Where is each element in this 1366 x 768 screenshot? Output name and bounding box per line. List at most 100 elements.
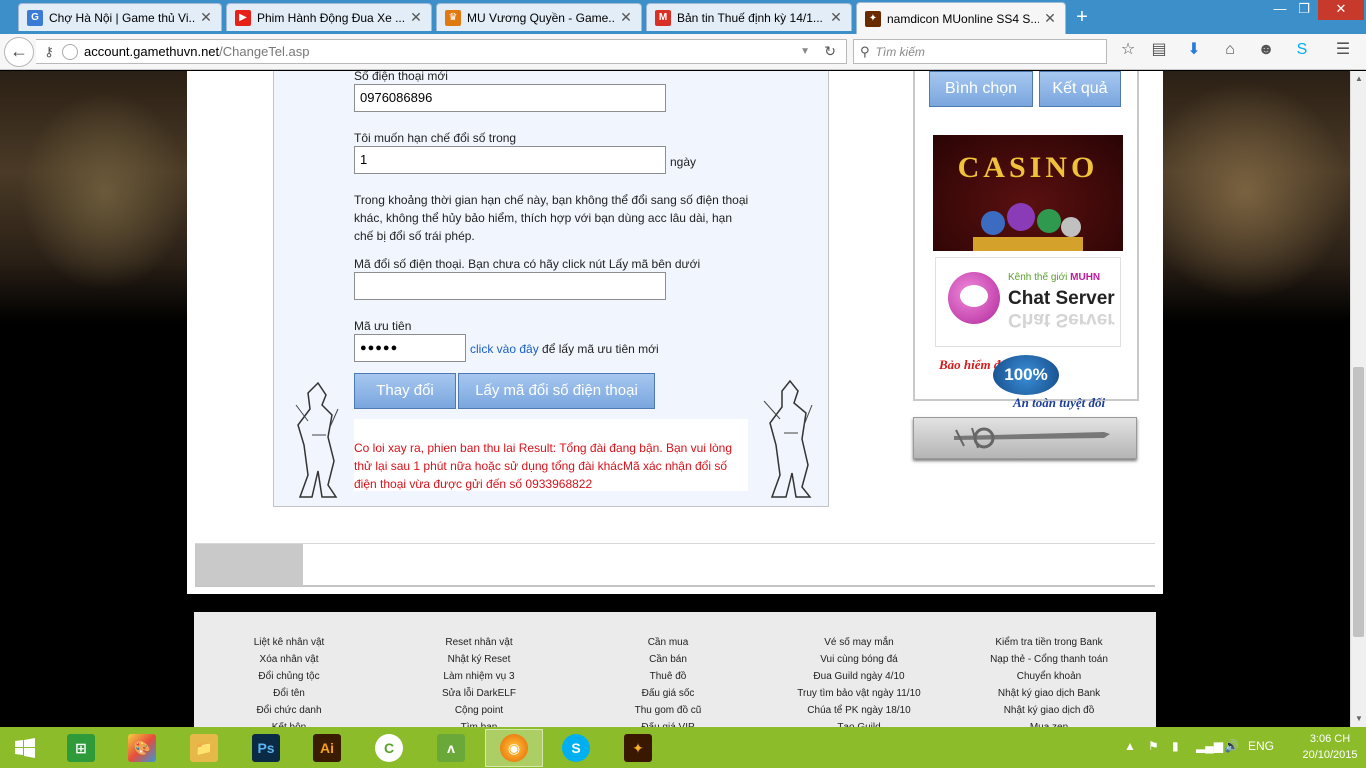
file-explorer-app[interactable]: 📁 — [175, 729, 233, 767]
home-icon[interactable]: ⌂ — [1220, 40, 1240, 60]
footer-link[interactable]: Đổi tên — [199, 685, 379, 702]
footer-link[interactable]: Vui cùng bóng đá — [769, 651, 949, 668]
close-icon[interactable]: ✕ — [1043, 10, 1057, 27]
insurance-subtitle: An toàn tuyệt đối — [1013, 395, 1106, 410]
footer-link[interactable]: Nhật ký Reset — [389, 651, 569, 668]
close-icon[interactable]: ✕ — [199, 9, 213, 26]
scroll-up-arrow-icon[interactable]: ▲ — [1351, 71, 1366, 87]
change-button[interactable]: Thay đổi — [354, 373, 456, 409]
footer-link[interactable]: Nhật ký giao dịch đồ — [959, 702, 1139, 719]
footer-link[interactable]: Cần bán — [578, 651, 758, 668]
chat-icon[interactable]: ☻ — [1256, 40, 1276, 60]
restore-button[interactable]: ❐ — [1292, 0, 1316, 20]
close-icon[interactable]: ✕ — [409, 9, 423, 26]
close-icon[interactable]: ✕ — [829, 9, 843, 26]
footer-link[interactable]: Đổi chức danh — [199, 702, 379, 719]
search-input[interactable]: ⚲ Tìm kiếm — [853, 39, 1107, 64]
chat-server-banner[interactable]: Kênh thế giới MUHN Chat Server Chat Serv… — [935, 257, 1121, 347]
footer-link[interactable]: Reset nhân vật — [389, 634, 569, 651]
store-app[interactable]: ⊞ — [52, 729, 110, 767]
limit-days-input[interactable]: 1 — [354, 146, 666, 174]
minimize-button[interactable]: — — [1266, 0, 1294, 20]
address-bar[interactable]: ⚷ account.gamethuvn.net /ChangeTel.asp ▼… — [36, 39, 847, 64]
scroll-down-arrow-icon[interactable]: ▼ — [1351, 711, 1366, 727]
footer-link[interactable]: Thu gom đồ cũ — [578, 702, 758, 719]
casino-characters-image — [973, 203, 1083, 251]
reload-icon[interactable]: ↻ — [824, 43, 836, 60]
key-icon[interactable]: ⚷ — [36, 44, 62, 60]
corel-app[interactable]: C — [360, 729, 418, 767]
volume-icon[interactable]: 🔊 — [1224, 739, 1239, 753]
tab-mu-vuong-quyen[interactable]: ♛ MU Vương Quyền - Game... ✕ — [436, 3, 642, 31]
footer-link[interactable]: Xóa nhân vật — [199, 651, 379, 668]
close-icon[interactable]: ✕ — [619, 9, 633, 26]
footer-link[interactable]: Kiểm tra tiền trong Bank — [959, 634, 1139, 651]
mu-game-app[interactable]: ✦ — [609, 729, 667, 767]
footer-link[interactable]: Truy tìm bảo vật ngày 11/10 — [769, 685, 949, 702]
dropdown-arrow-icon[interactable]: ▼ — [800, 46, 810, 57]
footer-link[interactable]: Đua Guild ngày 4/10 — [769, 668, 949, 685]
green-app[interactable]: ʌ — [422, 729, 480, 767]
new-phone-input[interactable]: 0976086896 — [354, 84, 666, 112]
sidebar-panel: Bình chọn Kết quả CASINO Kênh thế giới M… — [913, 71, 1139, 410]
limit-label: Tôi muốn hạn chế đổi số trong — [354, 131, 517, 145]
paint-app[interactable]: 🎨 — [113, 729, 171, 767]
footer-link[interactable]: Đấu giá sốc — [578, 685, 758, 702]
sword-icon — [954, 427, 1110, 449]
bookmark-star-icon[interactable]: ☆ — [1118, 40, 1138, 60]
footer-link[interactable]: Chúa tể PK ngày 18/10 — [769, 702, 949, 719]
insurance-banner[interactable]: Bảo hiểm đổ 100% An toàn tuyệt đối — [933, 353, 1123, 415]
close-window-button[interactable]: ✕ — [1318, 0, 1364, 20]
casino-banner[interactable]: CASINO — [933, 135, 1123, 251]
footer-link[interactable]: Cần mua — [578, 634, 758, 651]
casino-title: CASINO — [957, 151, 1099, 184]
footer-link[interactable]: Đấu giá VIP — [578, 719, 758, 727]
scrollbar-thumb[interactable] — [1353, 367, 1364, 637]
footer-link[interactable]: Tìm bạn — [389, 719, 569, 727]
footer-link[interactable]: Làm nhiệm vụ 3 — [389, 668, 569, 685]
tray-arrow-icon[interactable]: ▲ — [1124, 739, 1136, 753]
footer-link[interactable]: Tạo Guild — [769, 719, 949, 727]
firefox-app[interactable]: ◉ — [485, 729, 543, 767]
search-icon: ⚲ — [860, 43, 870, 59]
language-indicator[interactable]: ENG — [1248, 739, 1274, 753]
footer-link[interactable]: Chuyển khoản — [959, 668, 1139, 685]
footer-link[interactable]: Vé số may mắn — [769, 634, 949, 651]
back-button[interactable]: ← — [4, 37, 34, 67]
tab-namdicon-muonline[interactable]: ✦ namdicon MUonline SS4 S... ✕ — [856, 2, 1066, 34]
get-code-button[interactable]: Lấy mã đổi số điện thoại — [458, 373, 655, 409]
g-site-icon: G — [27, 9, 43, 26]
footer-link[interactable]: Sửa lỗi DarkELF — [389, 685, 569, 702]
footer-link[interactable]: Liệt kê nhân vật — [199, 634, 379, 651]
priority-code-link[interactable]: click vào đây — [470, 342, 539, 356]
footer-link[interactable]: Nhật ký giao dịch Bank — [959, 685, 1139, 702]
skype-app[interactable]: S — [547, 729, 605, 767]
photoshop-app[interactable]: Ps — [237, 729, 295, 767]
illustrator-app[interactable]: Ai — [298, 729, 356, 767]
priority-code-input[interactable]: ●●●●● — [354, 334, 466, 362]
vote-button[interactable]: Bình chọn — [929, 71, 1033, 107]
footer-link[interactable]: Cộng point — [389, 702, 569, 719]
start-button[interactable] — [0, 729, 50, 767]
tab-cho-ha-noi[interactable]: G Chợ Hà Nội | Game thủ Vi... ✕ — [18, 3, 222, 31]
footer-link[interactable]: Mua zen — [959, 719, 1139, 727]
menu-icon[interactable]: ☰ — [1333, 40, 1353, 60]
footer-link[interactable]: Nạp thẻ - Cổng thanh toán — [959, 651, 1139, 668]
change-code-input[interactable] — [354, 272, 666, 300]
skype-taskbar-icon: S — [562, 734, 590, 762]
flag-icon[interactable]: ⚑ — [1148, 739, 1159, 753]
vertical-scrollbar[interactable]: ▲ ▼ — [1350, 71, 1366, 727]
footer-link[interactable]: Thuê đồ — [578, 668, 758, 685]
battery-icon[interactable]: ▮ — [1172, 739, 1179, 753]
tab-phim-hanh-dong[interactable]: ▶ Phim Hành Động Đua Xe ... ✕ — [226, 3, 432, 31]
skype-icon[interactable]: S — [1292, 40, 1312, 60]
footer-link[interactable]: Kết hôn — [199, 719, 379, 727]
tab-ban-tin-thue[interactable]: M Bản tin Thuế định kỳ 14/1... ✕ — [646, 3, 852, 31]
network-icon[interactable]: ▂▄▆ — [1196, 739, 1223, 753]
clock[interactable]: 3:06 CH 20/10/2015 — [1300, 731, 1360, 763]
footer-link[interactable]: Đổi chủng tộc — [199, 668, 379, 685]
download-icon[interactable]: ⬇ — [1184, 40, 1204, 60]
reading-list-icon[interactable]: ▤ — [1149, 40, 1169, 60]
result-button[interactable]: Kết quả — [1039, 71, 1121, 107]
new-tab-button[interactable]: + — [1071, 6, 1093, 28]
